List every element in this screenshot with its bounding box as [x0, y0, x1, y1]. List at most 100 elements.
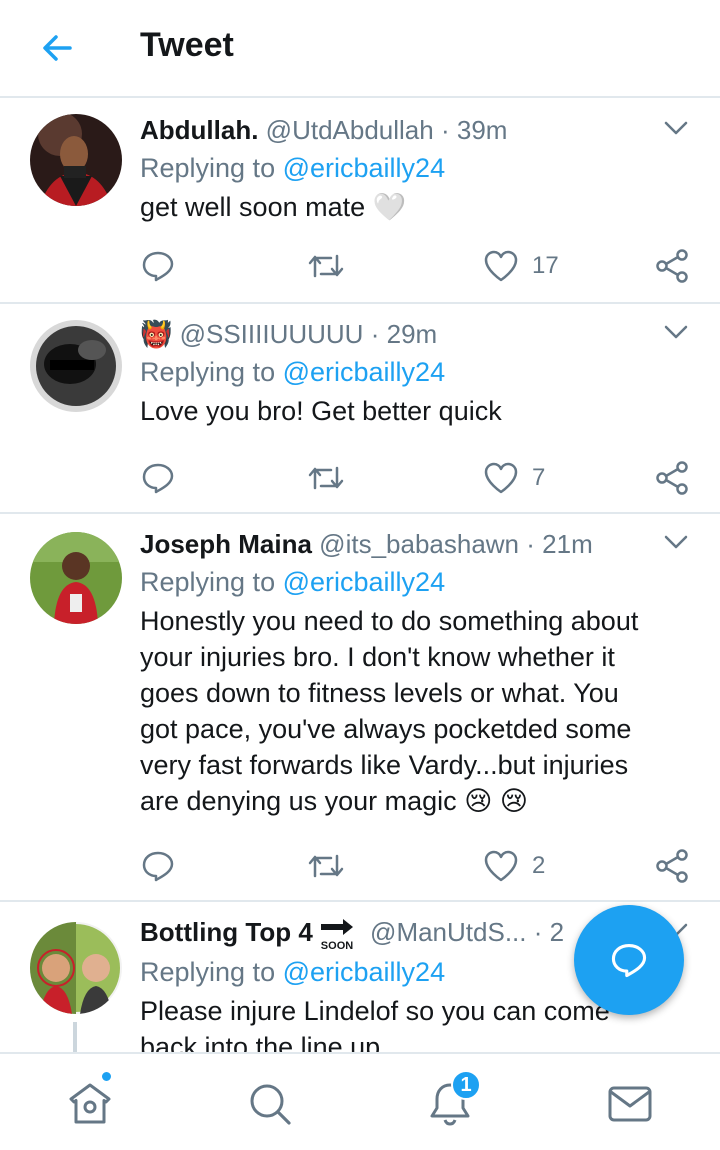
ogre-emoji: 👹	[140, 319, 173, 349]
replying-to-label: Replying to	[140, 357, 276, 387]
retweet-button[interactable]	[306, 846, 346, 886]
tweet-body: 👹 @SSIIIIUUUUU · 29m Replying to @ericba…	[140, 316, 660, 429]
new-content-dot	[100, 1070, 113, 1083]
timestamp[interactable]: 29m	[387, 319, 438, 349]
tweet-text: get well soon mate 🤍	[140, 189, 660, 225]
mention-link[interactable]: @ericbailly24	[283, 153, 445, 183]
chevron-down-icon[interactable]	[662, 532, 690, 552]
tweet-text-content: Honestly you need to do something about …	[140, 606, 639, 816]
mention-link[interactable]: @ericbailly24	[283, 357, 445, 387]
like-count: 7	[532, 464, 546, 491]
chevron-down-icon[interactable]	[662, 322, 690, 342]
like-button[interactable]: 7	[482, 458, 545, 498]
svg-text:SOON: SOON	[321, 940, 353, 952]
handle[interactable]: @SSIIIIUUUUU	[180, 319, 364, 349]
separator-dot: ·	[533, 917, 543, 947]
replying-to-label: Replying to	[140, 567, 276, 597]
like-count: 17	[532, 252, 559, 279]
tweet-header: 👹 @SSIIIIUUUUU · 29m	[140, 316, 660, 352]
soon-arrow-badge: SOON	[317, 916, 357, 952]
nav-search[interactable]	[246, 1080, 294, 1128]
share-icon	[656, 249, 688, 283]
tweet-actions: 2	[140, 846, 700, 886]
tweet-item[interactable]: Joseph Maina @its_babashawn · 21m Replyi…	[0, 514, 720, 902]
replying-to: Replying to @ericbailly24	[140, 148, 660, 188]
tweet-item[interactable]: 👹 @SSIIIIUUUUU · 29m Replying to @ericba…	[0, 304, 720, 514]
home-icon	[69, 1083, 111, 1124]
replying-to-label: Replying to	[140, 957, 276, 988]
compose-reply-button[interactable]	[574, 905, 684, 1015]
nav-messages[interactable]	[606, 1080, 654, 1128]
reply-icon	[142, 463, 174, 494]
handle[interactable]: @ManUtdS...	[370, 917, 526, 947]
back-arrow-icon[interactable]	[36, 28, 80, 68]
retweet-icon	[308, 854, 344, 878]
avatar[interactable]	[30, 922, 122, 1014]
tweet-text-content: Love you bro! Get better quick	[140, 396, 502, 426]
replying-to-label: Replying to	[140, 153, 276, 183]
mention-link[interactable]: @ericbailly24	[283, 957, 445, 987]
display-name[interactable]: Joseph Maina	[140, 529, 312, 559]
share-button[interactable]	[654, 846, 690, 886]
display-name[interactable]: Abdullah.	[140, 115, 258, 145]
retweet-button[interactable]	[306, 458, 346, 498]
share-button[interactable]	[654, 246, 690, 286]
tweet-header: Joseph Maina @its_babashawn · 21m	[140, 526, 660, 562]
timestamp[interactable]: 2	[550, 917, 564, 947]
like-button[interactable]: 17	[482, 246, 559, 286]
timestamp[interactable]: 21m	[542, 529, 593, 559]
tweet-text: Love you bro! Get better quick	[140, 393, 660, 429]
crying-face-emoji: 😢 😢	[464, 786, 528, 816]
mention-link[interactable]: @ericbailly24	[283, 567, 445, 597]
reply-bubble-icon	[611, 944, 647, 978]
retweet-icon	[308, 254, 344, 278]
separator-dot: ·	[440, 115, 450, 145]
reply-icon	[142, 851, 174, 882]
reply-button[interactable]	[140, 846, 176, 886]
tweet-text: Honestly you need to do something about …	[140, 603, 660, 819]
notifications-badge: 1	[451, 1070, 481, 1100]
bottom-nav: 1	[0, 1052, 720, 1150]
heart-icon	[484, 250, 518, 282]
tweet-text-content: get well soon mate	[140, 192, 366, 222]
display-name[interactable]: Bottling Top 4	[140, 917, 313, 947]
page-title: Tweet	[140, 26, 234, 64]
share-icon	[656, 461, 688, 495]
nav-home[interactable]	[66, 1080, 114, 1128]
reply-icon	[142, 251, 174, 282]
like-count: 2	[532, 852, 546, 879]
like-button[interactable]: 2	[482, 846, 545, 886]
chevron-down-icon[interactable]	[662, 118, 690, 138]
tweet-body: Joseph Maina @its_babashawn · 21m Replyi…	[140, 526, 660, 819]
tweet-header: Abdullah. @UtdAbdullah · 39m	[140, 112, 660, 148]
envelope-icon	[608, 1086, 652, 1122]
tweet-item[interactable]: Abdullah. @UtdAbdullah · 39m Replying to…	[0, 100, 720, 304]
avatar[interactable]	[30, 320, 122, 412]
avatar[interactable]	[30, 532, 122, 624]
thread-line	[73, 1022, 77, 1052]
reply-button[interactable]	[140, 246, 176, 286]
avatar[interactable]	[30, 114, 122, 206]
heart-icon	[484, 462, 518, 494]
top-bar: Tweet	[0, 0, 720, 98]
search-icon	[250, 1084, 291, 1125]
replying-to: Replying to @ericbailly24	[140, 352, 660, 392]
timestamp[interactable]: 39m	[457, 115, 508, 145]
heart-icon	[484, 850, 518, 882]
tweet-actions: 17	[140, 246, 700, 286]
replying-to: Replying to @ericbailly24	[140, 562, 660, 602]
handle[interactable]: @UtdAbdullah	[266, 115, 434, 145]
tweet-text: Please injure Lindelof so you can come b…	[140, 993, 660, 1052]
white-heart-emoji: 🤍	[372, 192, 407, 222]
retweet-button[interactable]	[306, 246, 346, 286]
handle[interactable]: @its_babashawn	[319, 529, 519, 559]
separator-dot: ·	[370, 319, 380, 349]
tweet-actions: 7	[140, 458, 700, 498]
separator-dot: ·	[526, 529, 535, 559]
reply-button[interactable]	[140, 458, 176, 498]
tweet-text-content: Please injure Lindelof so you can come b…	[140, 996, 610, 1052]
tweet-body: Abdullah. @UtdAbdullah · 39m Replying to…	[140, 112, 660, 225]
share-icon	[656, 849, 688, 883]
share-button[interactable]	[654, 458, 690, 498]
retweet-icon	[308, 466, 344, 490]
